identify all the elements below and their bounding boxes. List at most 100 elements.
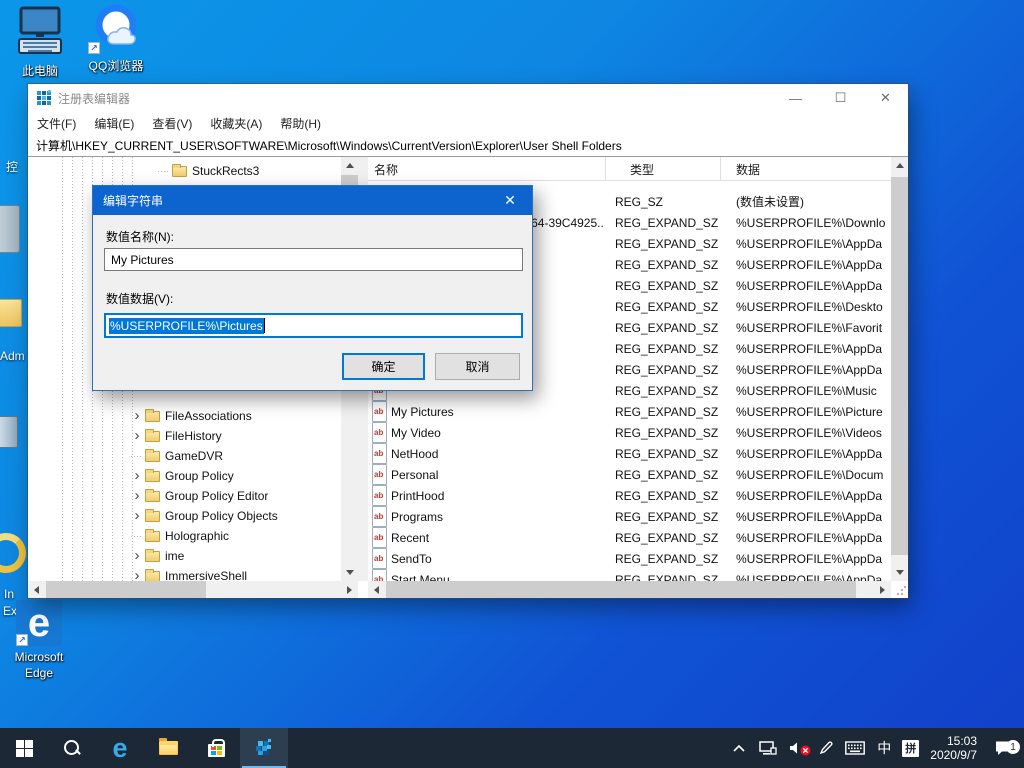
close-button[interactable]: ✕ (863, 84, 908, 112)
list-row[interactable]: PrintHoodREG_EXPAND_SZ%USERPROFILE%\AppD… (368, 485, 891, 506)
desktop-icon-microsoft-edge[interactable]: e ↗ Microsoft Edge (2, 600, 76, 681)
taskbar-edge-button[interactable]: e (96, 728, 144, 768)
expand-chevron-icon[interactable]: › (131, 550, 143, 562)
cancel-button[interactable]: 取消 (435, 353, 520, 380)
system-tray: 中 拼 15:03 2020/9/7 1 (728, 728, 1024, 768)
list-row[interactable]: NetHoodREG_EXPAND_SZ%USERPROFILE%\AppDa (368, 443, 891, 464)
tree-item[interactable]: › FileHistory (28, 427, 222, 445)
pen-ink-icon[interactable] (815, 740, 837, 756)
tree-connector (131, 536, 143, 537)
desktop-icon-this-pc[interactable]: 此电脑 (10, 6, 70, 79)
touch-keyboard-icon[interactable] (844, 741, 866, 755)
tree-item[interactable]: › Group Policy (28, 467, 234, 485)
expand-chevron-icon[interactable]: › (131, 410, 143, 422)
maximize-button[interactable]: ☐ (818, 84, 863, 112)
value-data-input[interactable]: %USERPROFILE%\Pictures (104, 313, 523, 338)
menu-edit[interactable]: 编辑(E) (85, 115, 143, 132)
tree-item[interactable]: › ImmersiveShell (28, 567, 247, 581)
desktop: 此电脑 ↗ QQ浏览器 控 Adm In Ex e ↗ Microsoft Ed… (0, 0, 1024, 768)
list-row[interactable]: Start MenuREG_EXPAND_SZ%USERPROFILE%\App… (368, 569, 891, 581)
ok-button[interactable]: 确定 (342, 353, 425, 380)
scroll-right-arrow[interactable] (341, 581, 358, 598)
app-icon-partial[interactable] (0, 416, 18, 448)
tree-connector (131, 456, 143, 457)
tree-item-label: Group Policy Objects (165, 509, 278, 523)
menu-help[interactable]: 帮助(H) (271, 115, 330, 132)
windows-logo-icon (16, 740, 33, 757)
microsoft-store-icon (208, 744, 225, 757)
value-data-selected-text: %USERPROFILE%\Pictures (109, 318, 264, 334)
desktop-icon-administrator-label[interactable]: Adm (0, 349, 25, 363)
list-horizontal-scrollbar[interactable] (368, 581, 891, 598)
address-bar[interactable]: 计算机\HKEY_CURRENT_USER\SOFTWARE\Microsoft… (28, 134, 908, 157)
tree-item-label: Holographic (165, 529, 229, 543)
column-header-type[interactable]: 类型 (606, 157, 721, 181)
edge-label-line1: Microsoft (2, 649, 76, 665)
column-header-data[interactable]: 数据 (721, 157, 891, 181)
dialog-close-button[interactable]: ✕ (488, 186, 532, 215)
action-center-button[interactable]: 1 (988, 740, 1018, 756)
scroll-left-arrow[interactable] (28, 581, 45, 598)
edge-label-line2: Edge (2, 665, 76, 681)
scrollbar-thumb[interactable] (891, 177, 908, 555)
folder-icon-partial[interactable] (0, 299, 22, 327)
expand-chevron-icon[interactable]: › (131, 570, 143, 581)
internet-explorer-icon-partial[interactable] (0, 533, 26, 573)
scroll-right-arrow[interactable] (874, 581, 891, 598)
list-vertical-scrollbar[interactable] (891, 157, 908, 581)
volume-muted-icon[interactable] (786, 741, 808, 755)
taskbar-file-explorer-button[interactable] (144, 728, 192, 768)
tree-item[interactable]: Holographic (28, 527, 229, 545)
recycle-bin-icon-partial[interactable] (0, 205, 20, 253)
expand-chevron-icon[interactable]: › (131, 490, 143, 502)
ime-language-indicator[interactable]: 中 (873, 738, 895, 758)
column-header-name[interactable]: 名称 (368, 157, 606, 181)
tree-horizontal-scrollbar[interactable] (28, 581, 358, 598)
scroll-down-arrow[interactable] (341, 564, 358, 581)
ime-pinyin-badge[interactable]: 拼 (902, 740, 919, 757)
scrollbar-thumb[interactable] (46, 581, 206, 598)
tree-item[interactable]: GameDVR (28, 447, 223, 465)
expand-chevron-icon[interactable]: › (131, 510, 143, 522)
taskbar-clock[interactable]: 15:03 2020/9/7 (926, 734, 981, 762)
network-icon[interactable] (757, 740, 779, 756)
value-data-label: 数值数据(V): (106, 290, 173, 307)
list-row[interactable]: RecentREG_EXPAND_SZ%USERPROFILE%\AppDa (368, 527, 891, 548)
list-row[interactable]: SendToREG_EXPAND_SZ%USERPROFILE%\AppDa (368, 548, 891, 569)
expand-chevron-icon[interactable]: › (131, 470, 143, 482)
scrollbar-thumb[interactable] (386, 581, 856, 598)
tree-item[interactable]: StuckRects3 (28, 162, 259, 180)
tree-item[interactable]: › ime (28, 547, 184, 565)
edge-icon: e (112, 735, 127, 762)
menu-view[interactable]: 查看(V) (143, 115, 201, 132)
value-name-label: 数值名称(N): (106, 228, 174, 245)
string-value-icon (372, 527, 387, 548)
tree-item-label: GameDVR (165, 449, 223, 463)
scroll-left-arrow[interactable] (368, 581, 385, 598)
scroll-up-arrow[interactable] (891, 157, 908, 174)
list-row[interactable]: My VideoREG_EXPAND_SZ%USERPROFILE%\Video… (368, 422, 891, 443)
string-value-icon (372, 443, 387, 464)
list-row-my-pictures[interactable]: My PicturesREG_EXPAND_SZ%USERPROFILE%\Pi… (368, 401, 891, 422)
tree-connector (158, 171, 170, 172)
taskbar-store-button[interactable] (192, 728, 240, 768)
search-button[interactable] (48, 728, 96, 768)
list-row[interactable]: PersonalREG_EXPAND_SZ%USERPROFILE%\Docum (368, 464, 891, 485)
tree-item[interactable]: › FileAssociations (28, 407, 252, 425)
scroll-up-arrow[interactable] (341, 157, 358, 174)
tree-item[interactable]: › Group Policy Objects (28, 507, 278, 525)
start-button[interactable] (0, 728, 48, 768)
desktop-icon-control-panel-label[interactable]: 控 (6, 158, 18, 175)
expand-chevron-icon[interactable]: › (131, 430, 143, 442)
tray-chevron-up-icon[interactable] (728, 744, 750, 752)
taskbar-regedit-button-active[interactable] (240, 728, 288, 768)
list-row[interactable]: ProgramsREG_EXPAND_SZ%USERPROFILE%\AppDa (368, 506, 891, 527)
scroll-down-arrow[interactable] (891, 564, 908, 581)
resize-grip[interactable] (896, 586, 906, 596)
minimize-button[interactable]: — (773, 84, 818, 112)
tree-item[interactable]: › Group Policy Editor (28, 487, 268, 505)
menu-file[interactable]: 文件(F) (28, 115, 85, 132)
value-name-input[interactable]: My Pictures (104, 248, 523, 271)
menu-favorites[interactable]: 收藏夹(A) (201, 115, 271, 132)
desktop-icon-qq-browser[interactable]: ↗ QQ浏览器 (84, 0, 148, 74)
